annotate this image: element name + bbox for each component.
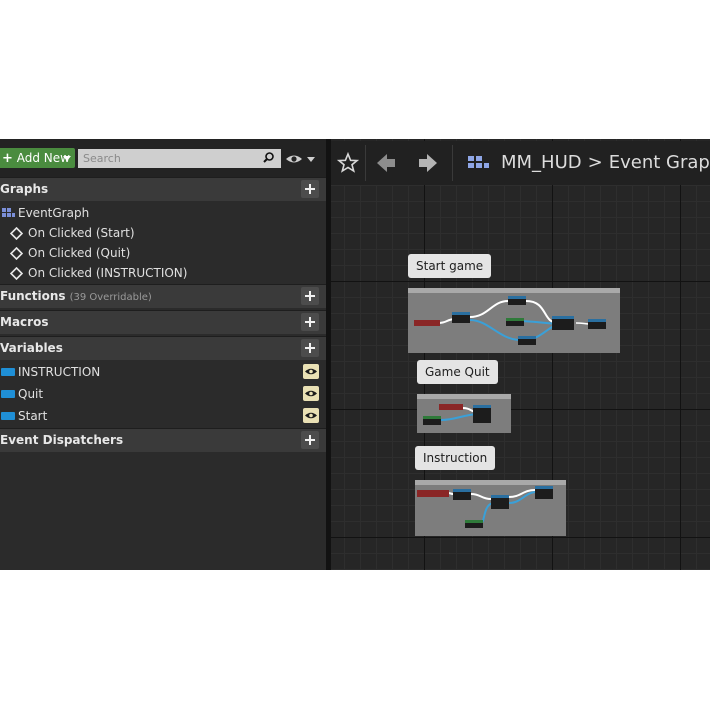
search-input[interactable] xyxy=(78,149,281,168)
list-item-label: On Clicked (Start) xyxy=(28,226,135,240)
graph-item-eventgraph[interactable]: EventGraph xyxy=(0,203,326,223)
section-title: Macros xyxy=(0,315,49,329)
variable-icon xyxy=(1,368,15,376)
comment-box-instruction[interactable] xyxy=(415,480,566,536)
search-icon xyxy=(263,152,274,163)
node-network xyxy=(417,486,553,528)
add-variable-button[interactable] xyxy=(301,339,319,357)
comment-box-start-game[interactable] xyxy=(408,288,620,353)
comment-box-game-quit[interactable] xyxy=(417,394,511,433)
event-diamond-icon xyxy=(10,247,23,260)
add-icon: + xyxy=(2,151,13,166)
node-network xyxy=(414,296,606,345)
section-macros[interactable]: Macros xyxy=(0,310,326,334)
breadcrumb-separator: > xyxy=(587,152,603,173)
graph-item-on-clicked-instruction[interactable]: On Clicked (INSTRUCTION) xyxy=(0,263,326,283)
graph-canvas[interactable]: MM_HUD > Event Graph Start game Game Qui… xyxy=(331,139,710,570)
star-icon[interactable] xyxy=(336,149,360,177)
section-title-wrap: Functions (39 Overridable) xyxy=(0,289,152,303)
add-graph-button[interactable] xyxy=(301,180,319,198)
overridable-count: (39 Overridable) xyxy=(69,292,152,303)
graph-grid-icon xyxy=(2,208,15,217)
list-item-label: Start xyxy=(18,409,48,423)
breadcrumb: MM_HUD > Event Graph xyxy=(501,152,710,173)
list-item-label: EventGraph xyxy=(18,206,90,220)
graph-item-on-clicked-start[interactable]: On Clicked (Start) xyxy=(0,223,326,243)
list-item-label: On Clicked (INSTRUCTION) xyxy=(28,266,188,280)
view-options-button[interactable] xyxy=(285,152,317,166)
list-item-label: On Clicked (Quit) xyxy=(28,246,131,260)
node-network xyxy=(423,404,491,425)
breadcrumb-blueprint[interactable]: MM_HUD xyxy=(501,152,582,173)
blueprint-icon xyxy=(468,156,489,168)
chevron-down-icon xyxy=(63,156,71,161)
blueprint-editor: + Add New Graphs xyxy=(0,139,710,570)
graph-toolbar: MM_HUD > Event Graph xyxy=(331,141,710,185)
eye-icon[interactable] xyxy=(303,408,319,423)
breadcrumb-graph[interactable]: Event Graph xyxy=(609,152,710,173)
add-new-label: Add New xyxy=(16,151,70,165)
variable-item-instruction[interactable]: INSTRUCTION xyxy=(0,362,326,382)
list-item-label: Quit xyxy=(18,387,44,401)
event-diamond-icon xyxy=(10,267,23,280)
forward-arrow-icon[interactable] xyxy=(415,149,441,177)
toolbar-divider xyxy=(452,145,453,181)
variable-icon xyxy=(1,412,15,420)
variable-item-start[interactable]: Start xyxy=(0,406,326,426)
section-graphs[interactable]: Graphs xyxy=(0,177,326,201)
section-title: Graphs xyxy=(0,182,49,196)
comment-title-start-game[interactable]: Start game xyxy=(408,254,492,278)
section-title: Functions xyxy=(0,289,66,303)
eye-icon[interactable] xyxy=(303,386,319,401)
add-function-button[interactable] xyxy=(301,287,319,305)
comment-title-game-quit[interactable]: Game Quit xyxy=(417,360,498,384)
section-title: Variables xyxy=(0,341,63,355)
eye-icon[interactable] xyxy=(303,364,319,379)
back-arrow-icon[interactable] xyxy=(373,149,399,177)
toolbar-divider xyxy=(365,145,366,181)
variable-item-quit[interactable]: Quit xyxy=(0,384,326,404)
section-variables[interactable]: Variables xyxy=(0,336,326,360)
add-event-dispatcher-button[interactable] xyxy=(301,431,319,449)
section-title: Event Dispatchers xyxy=(0,433,124,447)
event-diamond-icon xyxy=(10,227,23,240)
my-blueprint-panel: + Add New Graphs xyxy=(0,139,326,570)
section-functions[interactable]: Functions (39 Overridable) xyxy=(0,284,326,308)
list-item-label: INSTRUCTION xyxy=(18,365,101,379)
section-event-dispatchers[interactable]: Event Dispatchers xyxy=(0,428,326,452)
graph-item-on-clicked-quit[interactable]: On Clicked (Quit) xyxy=(0,243,326,263)
variable-icon xyxy=(1,390,15,398)
add-new-button[interactable]: + Add New xyxy=(0,148,75,168)
comment-title-instruction[interactable]: Instruction xyxy=(415,446,496,470)
add-macro-button[interactable] xyxy=(301,313,319,331)
panel-toolbar: + Add New xyxy=(0,139,326,177)
